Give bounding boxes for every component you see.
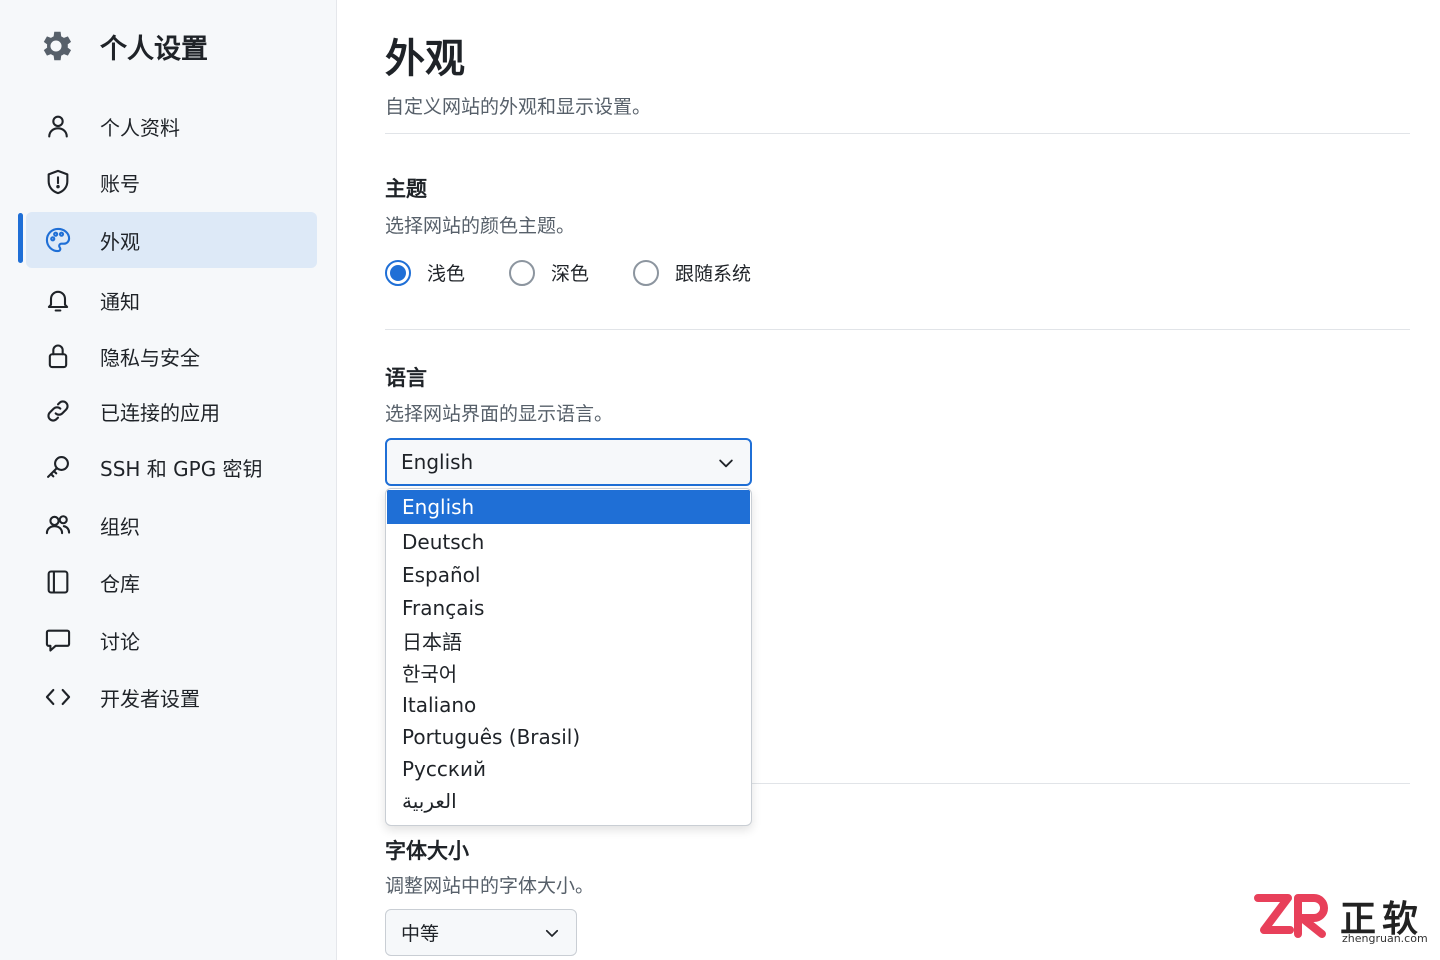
sidebar-item-label: 已连接的应用 — [100, 400, 220, 425]
bell-icon — [26, 286, 90, 314]
person-icon — [26, 112, 90, 140]
watermark-logo: 正软 zhengruan.com — [1254, 890, 1430, 948]
language-option-espanol[interactable]: Español — [387, 558, 750, 592]
radio-circle — [633, 259, 660, 286]
comment-icon — [26, 626, 90, 654]
theme-radio-light[interactable]: 浅色 — [385, 259, 465, 286]
sidebar-item-label: SSH 和 GPG 密钥 — [100, 456, 263, 481]
shield-icon — [26, 168, 90, 196]
radio-circle — [385, 259, 411, 286]
theme-section-title: 主题 — [385, 177, 427, 201]
language-dropdown-list: English Deutsch Español Français 日本語 한국어… — [385, 488, 752, 826]
theme-radio-system[interactable]: 跟随系统 — [633, 259, 751, 286]
language-section-description: 选择网站界面的显示语言。 — [385, 403, 614, 425]
language-option-deutsch[interactable]: Deutsch — [387, 525, 750, 559]
lock-icon — [26, 342, 90, 370]
sidebar-header: 个人设置 — [36, 26, 208, 66]
key-icon — [26, 453, 90, 481]
sidebar-item-ssh-gpg-keys[interactable]: SSH 和 GPG 密钥 — [26, 439, 317, 495]
sidebar-item-developer-settings[interactable]: 开发者设置 — [26, 669, 317, 725]
sidebar-item-label: 外观 — [100, 229, 140, 254]
sidebar-item-profile[interactable]: 个人资料 — [26, 98, 317, 154]
page-description: 自定义网站的外观和显示设置。 — [385, 96, 652, 118]
sidebar-item-repositories[interactable]: 仓库 — [26, 554, 317, 610]
sidebar-item-appearance[interactable]: 外观 — [26, 212, 317, 268]
active-indicator — [18, 213, 23, 263]
language-section-title: 语言 — [385, 366, 427, 390]
repo-icon — [26, 568, 90, 596]
sidebar-title: 个人设置 — [100, 33, 208, 65]
language-option-portuguese-brazil[interactable]: Português (Brasil) — [387, 720, 750, 754]
page-title: 外观 — [385, 36, 465, 82]
sidebar-item-label: 个人资料 — [100, 115, 180, 140]
sidebar-item-connected-apps[interactable]: 已连接的应用 — [26, 383, 317, 439]
sidebar-item-label: 组织 — [100, 514, 140, 539]
sidebar-item-label: 隐私与安全 — [100, 345, 200, 370]
language-option-english[interactable]: English — [387, 490, 750, 524]
people-icon — [26, 511, 90, 539]
divider — [385, 133, 1410, 134]
theme-radio-group: 浅色 深色 跟随系统 — [385, 259, 795, 286]
font-size-select-value: 中等 — [401, 923, 440, 945]
sidebar-item-label: 讨论 — [100, 629, 140, 654]
sidebar-item-label: 仓库 — [100, 571, 140, 596]
language-option-arabic[interactable]: العربية — [387, 784, 750, 818]
language-option-japanese[interactable]: 日本語 — [387, 623, 750, 657]
sidebar-item-discussions[interactable]: 讨论 — [26, 612, 317, 668]
gear-icon — [36, 26, 76, 66]
language-select-value: English — [401, 450, 474, 474]
language-select[interactable]: English — [385, 438, 752, 486]
language-option-russian[interactable]: Русский — [387, 752, 750, 786]
sidebar-item-label: 通知 — [100, 289, 140, 314]
font-size-section-description: 调整网站中的字体大小。 — [385, 875, 595, 897]
link-icon — [26, 397, 90, 425]
watermark-url: zhengruan.com — [1342, 932, 1428, 945]
radio-circle — [509, 259, 536, 286]
sidebar-item-label: 开发者设置 — [100, 686, 200, 711]
main-content: 外观 自定义网站的外观和显示设置。 主题 选择网站的颜色主题。 浅色 深色 跟随… — [385, 0, 1410, 960]
language-option-italiano[interactable]: Italiano — [387, 688, 750, 722]
font-size-select[interactable]: 中等 — [385, 909, 577, 956]
font-size-section-title: 字体大小 — [385, 839, 469, 863]
radio-label: 跟随系统 — [675, 263, 752, 285]
theme-radio-dark[interactable]: 深色 — [509, 259, 589, 286]
language-option-korean[interactable]: 한국어 — [387, 655, 750, 689]
sidebar-item-privacy-security[interactable]: 隐私与安全 — [26, 328, 317, 384]
palette-icon — [26, 226, 90, 254]
divider — [385, 329, 1410, 330]
sidebar-item-organizations[interactable]: 组织 — [26, 497, 317, 553]
theme-section-description: 选择网站的颜色主题。 — [385, 215, 576, 237]
sidebar-item-account[interactable]: 账号 — [26, 154, 317, 210]
code-icon — [26, 683, 90, 711]
sidebar-item-label: 账号 — [100, 171, 140, 196]
radio-label: 浅色 — [427, 263, 466, 285]
chevron-down-icon — [716, 453, 736, 477]
zr-logo-icon — [1254, 894, 1328, 938]
language-option-francais[interactable]: Français — [387, 591, 750, 625]
sidebar-item-notifications[interactable]: 通知 — [26, 272, 317, 328]
sidebar: 个人设置 个人资料 账号 外观 通知 隐私与安全 已连接的应用 SSH 和 GP… — [0, 0, 337, 960]
radio-label: 深色 — [551, 263, 590, 285]
chevron-down-icon — [543, 924, 561, 946]
